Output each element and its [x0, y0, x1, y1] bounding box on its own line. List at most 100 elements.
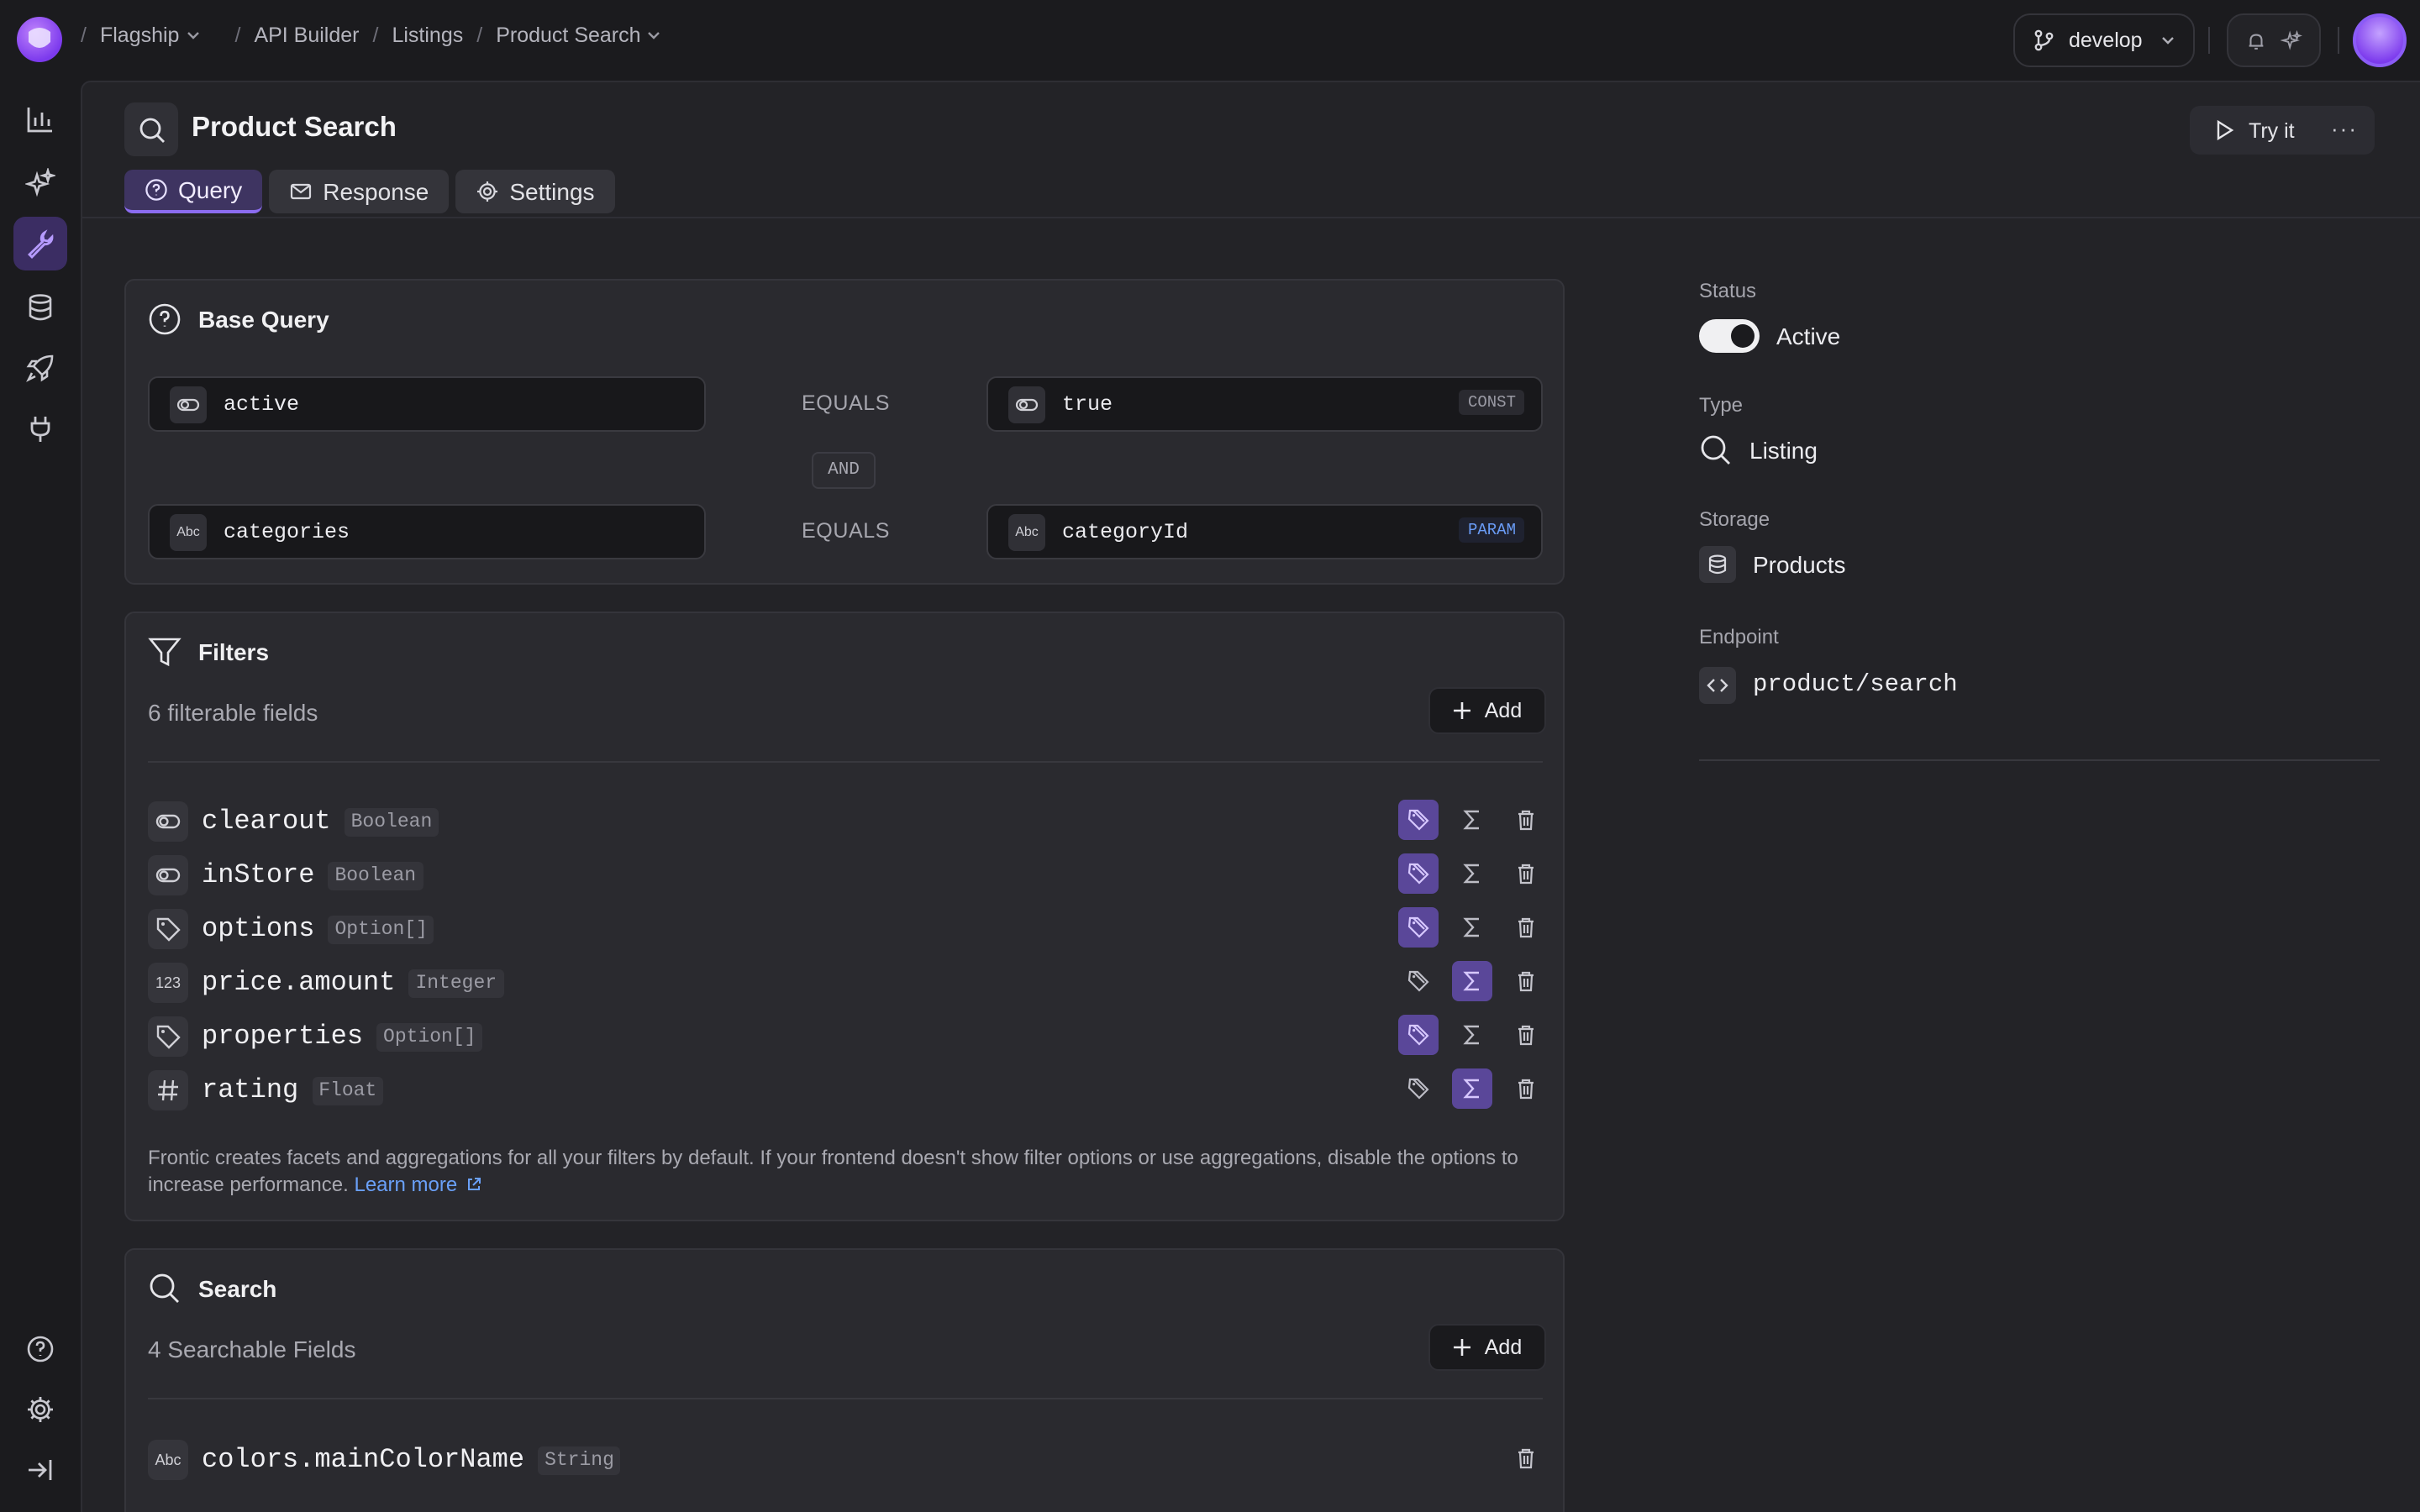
nav-deploy[interactable]: [13, 341, 67, 395]
condition-field-name: categories: [224, 520, 350, 543]
aggregation-toggle-button[interactable]: [1452, 853, 1492, 894]
aggregation-toggle-button[interactable]: [1452, 907, 1492, 948]
aggregation-toggle-button[interactable]: [1452, 1015, 1492, 1055]
page-icon: [124, 102, 178, 156]
notifications-button[interactable]: [2245, 29, 2267, 51]
utility-buttons: [2227, 13, 2321, 67]
tab-settings[interactable]: Settings: [455, 170, 615, 213]
toggle-icon: [148, 855, 188, 895]
ai-assistant-button[interactable]: [2281, 29, 2302, 51]
user-avatar[interactable]: [2353, 13, 2407, 67]
facet-toggle-button[interactable]: [1398, 1068, 1439, 1109]
tab-label: Response: [323, 178, 429, 205]
condition-value: categoryId: [1062, 520, 1189, 543]
logo-icon: [29, 28, 50, 48]
delete-button[interactable]: [1506, 853, 1546, 894]
link-label: Learn more: [354, 1173, 458, 1196]
filter-row[interactable]: rating Float: [148, 1068, 1546, 1112]
divider: [148, 1398, 1543, 1399]
bar-chart-icon: [27, 108, 52, 133]
filter-row[interactable]: clearout Boolean: [148, 800, 1546, 843]
endpoint-value: product/search: [1753, 672, 1958, 699]
facet-toggle-button[interactable]: [1398, 800, 1439, 840]
operator-equals: EQUALS: [802, 391, 891, 415]
nav-integrations[interactable]: [13, 402, 67, 455]
divider: [1699, 759, 2380, 761]
endpoint-row[interactable]: product/search: [1699, 667, 1958, 704]
status-toggle[interactable]: [1699, 319, 1760, 353]
field-type-badge: Boolean: [328, 861, 424, 890]
condition-field-categories[interactable]: Abc categories: [148, 504, 706, 559]
add-filter-button[interactable]: Add: [1428, 687, 1546, 734]
base-query-header: Base Query: [148, 302, 329, 336]
breadcrumb-listings[interactable]: Listings: [392, 24, 463, 47]
breadcrumb-api-builder[interactable]: API Builder: [254, 24, 359, 47]
tag-icon: [148, 1016, 188, 1057]
filter-row[interactable]: options Option[]: [148, 907, 1546, 951]
field-name: options: [202, 914, 315, 944]
sigma-icon: [1460, 808, 1484, 832]
delete-button[interactable]: [1506, 1438, 1546, 1478]
filter-row[interactable]: inStore Boolean: [148, 853, 1546, 897]
tag-icon: [1407, 1023, 1430, 1047]
facet-toggle-button[interactable]: [1398, 961, 1439, 1001]
divider: [2208, 27, 2210, 54]
text-type-icon: Abc: [148, 1440, 188, 1480]
plus-icon: [1454, 702, 1471, 719]
delete-button[interactable]: [1506, 800, 1546, 840]
nav-analytics[interactable]: [13, 92, 67, 146]
delete-button[interactable]: [1506, 1068, 1546, 1109]
text-type-icon: Abc: [170, 513, 207, 550]
trash-icon: [1514, 808, 1538, 832]
delete-button[interactable]: [1506, 1015, 1546, 1055]
condition-value-true[interactable]: true CONST: [986, 376, 1543, 432]
divider: [2338, 27, 2339, 54]
facet-toggle-button[interactable]: [1398, 907, 1439, 948]
sparkles-icon: [2281, 29, 2302, 50]
and-operator-badge[interactable]: AND: [812, 452, 876, 489]
aggregation-toggle-button[interactable]: [1452, 961, 1492, 1001]
nav-settings[interactable]: [13, 1383, 67, 1436]
breadcrumb-product-search[interactable]: Product Search: [496, 24, 662, 47]
nav-collapse[interactable]: [13, 1443, 67, 1497]
app-logo[interactable]: [17, 17, 62, 62]
main-panel: Product Search Try it ··· Query Response…: [81, 81, 2420, 1512]
more-options-button[interactable]: ···: [2331, 118, 2358, 139]
collapse-sidebar-icon: [29, 1460, 52, 1480]
field-name: price.amount: [202, 968, 396, 998]
condition-value-categoryid[interactable]: Abc categoryId PARAM: [986, 504, 1543, 559]
envelope-icon: [291, 183, 312, 200]
tab-divider: [82, 217, 2420, 218]
nav-ai[interactable]: [13, 156, 67, 210]
breadcrumb-flagship[interactable]: Flagship: [100, 24, 202, 47]
tab-response[interactable]: Response: [269, 170, 450, 213]
condition-field-active[interactable]: active: [148, 376, 706, 432]
filter-row[interactable]: 123 price.amount Integer: [148, 961, 1546, 1005]
delete-button[interactable]: [1506, 961, 1546, 1001]
status-label: Status: [1699, 279, 1757, 302]
nav-api-builder[interactable]: [13, 217, 67, 270]
nav-storage[interactable]: [13, 281, 67, 334]
search-field-row[interactable]: Abc colors.mainColorName String: [148, 1438, 1546, 1482]
facet-toggle-button[interactable]: [1398, 1015, 1439, 1055]
branch-selector[interactable]: develop: [2013, 13, 2195, 67]
card-title: Base Query: [198, 306, 329, 333]
git-branch-icon: [2034, 29, 2054, 51]
filter-row[interactable]: properties Option[]: [148, 1015, 1546, 1058]
tab-query[interactable]: Query: [124, 170, 263, 213]
field-name: colors.mainColorName: [202, 1445, 525, 1475]
tag-icon: [1407, 916, 1430, 939]
aggregation-toggle-button[interactable]: [1452, 800, 1492, 840]
top-bar: / Flagship / API Builder / Listings / Pr…: [0, 0, 2420, 81]
gear-icon: [28, 1397, 53, 1422]
try-it-label: Try it: [2249, 118, 2295, 142]
delete-button[interactable]: [1506, 907, 1546, 948]
try-it-button[interactable]: Try it ···: [2190, 106, 2375, 155]
facet-toggle-button[interactable]: [1398, 853, 1439, 894]
type-label: Type: [1699, 393, 1744, 417]
learn-more-link[interactable]: Learn more: [354, 1173, 482, 1196]
add-search-field-button[interactable]: Add: [1428, 1324, 1546, 1371]
storage-row[interactable]: Products: [1699, 546, 1846, 583]
nav-help[interactable]: [13, 1322, 67, 1376]
aggregation-toggle-button[interactable]: [1452, 1068, 1492, 1109]
